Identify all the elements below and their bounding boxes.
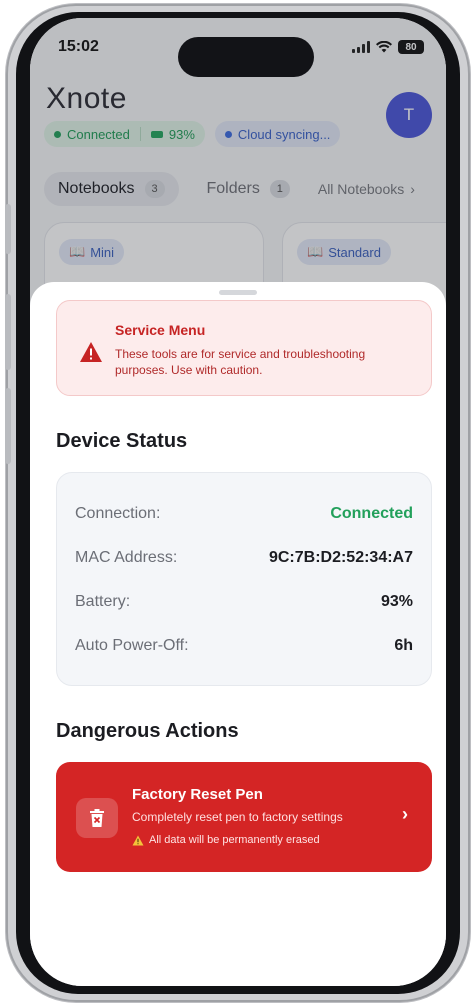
factory-reset-title: Factory Reset Pen xyxy=(132,786,263,803)
factory-reset-warning-text: All data will be permanently erased xyxy=(149,834,320,846)
status-row-battery: Battery: 93% xyxy=(75,591,413,613)
dangerous-actions-heading: Dangerous Actions xyxy=(56,720,239,742)
device-status-heading: Device Status xyxy=(56,430,188,452)
chevron-right-icon: › xyxy=(402,804,408,824)
status-row-mac: MAC Address: 9C:7B:D2:52:34:A7 xyxy=(75,547,413,569)
status-row-connection: Connection: Connected xyxy=(75,503,413,525)
volume-up-button xyxy=(5,294,11,370)
row-value: 9C:7B:D2:52:34:A7 xyxy=(268,549,413,566)
factory-reset-subtitle: Completely reset pen to factory settings xyxy=(132,810,343,824)
row-value: 93% xyxy=(380,593,413,610)
screen: 15:02 80 Xnote T Connected 93% Cloud syn… xyxy=(30,18,446,986)
warning-triangle-icon xyxy=(80,342,102,362)
row-value: 6h xyxy=(394,637,413,654)
row-label: Connection: xyxy=(75,505,161,522)
service-menu-sheet: Service Menu These tools are for service… xyxy=(30,282,446,986)
trash-icon xyxy=(76,798,118,838)
status-row-auto-power-off: Auto Power-Off: 6h xyxy=(75,635,413,657)
row-label: MAC Address: xyxy=(75,549,178,566)
warning-icon xyxy=(132,835,144,845)
row-label: Battery: xyxy=(75,593,131,610)
device-status-card: Connection: Connected MAC Address: 9C:7B… xyxy=(56,472,432,686)
service-menu-title: Service Menu xyxy=(115,322,206,338)
service-menu-text: These tools are for service and troubles… xyxy=(115,347,366,377)
row-value: Connected xyxy=(330,505,413,522)
mute-switch xyxy=(5,204,11,254)
sheet-drag-handle[interactable] xyxy=(219,290,257,295)
factory-reset-warning: All data will be permanently erased xyxy=(132,834,320,846)
service-warning-banner: Service Menu These tools are for service… xyxy=(56,300,432,396)
volume-down-button xyxy=(5,388,11,464)
factory-reset-button[interactable]: Factory Reset Pen Completely reset pen t… xyxy=(56,762,432,872)
row-label: Auto Power-Off: xyxy=(75,637,189,654)
